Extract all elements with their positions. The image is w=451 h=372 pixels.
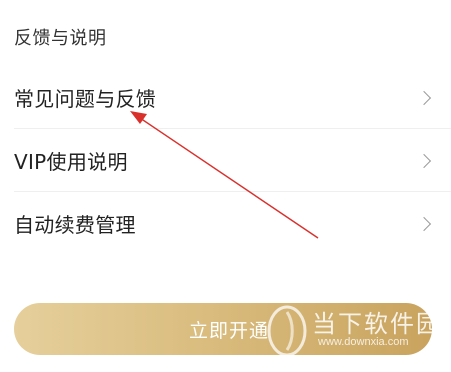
menu-item-label: 常见问题与反馈 (14, 87, 157, 111)
activate-now-label: 立即开通 (188, 319, 269, 342)
settings-list: 常见问题与反馈 VIP使用说明 自动续费管理 (0, 66, 451, 255)
menu-item-vip-instructions[interactable]: VIP使用说明 (0, 129, 451, 192)
section-title: 反馈与说明 (14, 28, 107, 49)
menu-item-label: VIP使用说明 (14, 150, 128, 174)
menu-item-auto-renew-management[interactable]: 自动续费管理 (0, 192, 451, 255)
chevron-right-icon (416, 153, 432, 168)
chevron-right-icon (416, 90, 432, 105)
activate-now-button[interactable]: 立即开通 (14, 303, 432, 355)
menu-item-faq-feedback[interactable]: 常见问题与反馈 (0, 66, 451, 129)
menu-item-label: 自动续费管理 (14, 213, 136, 237)
chevron-right-icon (416, 216, 432, 231)
